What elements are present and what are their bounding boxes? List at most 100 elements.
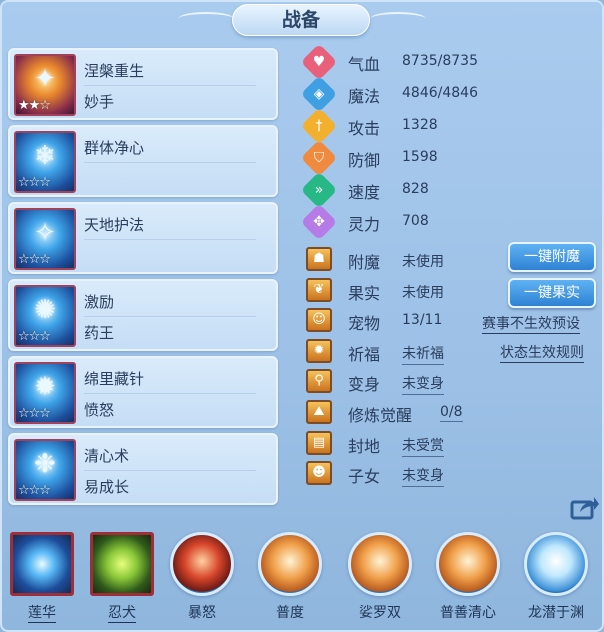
skill-modifier: 药王 [84, 324, 115, 342]
footer-skill-label: 暴怒 [188, 605, 216, 621]
child-icon: ☻ [306, 461, 332, 486]
skill-card[interactable]: ❄ ☆☆☆ 群体净心 [8, 125, 278, 197]
attr-row: ▤ 封地 未受赏 [306, 428, 596, 459]
attr-value[interactable]: 未变身 [402, 373, 444, 396]
hand-icon[interactable] [258, 532, 322, 596]
stat-label: 气血 [348, 55, 381, 74]
attr-value[interactable]: 0/8 [440, 404, 463, 422]
skill-name: 天地护法 [84, 216, 145, 234]
stat-row: ◈ 魔法 4846/4846 [300, 75, 506, 113]
sword-icon: † [300, 107, 338, 145]
clear-mind-icon: ❉ ☆☆☆ [14, 439, 76, 501]
event-preset-link[interactable]: 赛事不生效预设 [482, 313, 580, 334]
attr-value: 未使用 [402, 254, 444, 270]
spirit-icon: ✺ ☆☆☆ [14, 285, 76, 347]
skill-stars: ☆☆☆ [18, 406, 51, 421]
stat-row: » 速度 828 [300, 171, 506, 209]
fist-icon[interactable] [436, 532, 500, 596]
cultivation-icon: ⛰ [306, 399, 332, 424]
skill-divider [84, 316, 256, 317]
title-ornament-left [178, 12, 234, 26]
stat-row: ✥ 灵力 708 [300, 203, 506, 241]
skill-name: 涅槃重生 [84, 62, 145, 80]
skill-glyph: ✦ [34, 64, 56, 94]
skill-name: 清心术 [84, 447, 130, 465]
attr-label: 祈福 [348, 344, 381, 364]
footer-skill-label: 忍犬 [108, 602, 136, 623]
rage-icon[interactable] [170, 532, 234, 596]
attr-value: 未使用 [402, 284, 444, 301]
footer-skill[interactable]: 娑罗双 [344, 532, 416, 622]
skill-stars: ☆☆☆ [18, 175, 51, 190]
attr-label: 宠物 [348, 314, 381, 334]
skill-modifier: 易成长 [84, 478, 130, 496]
footer-skill[interactable]: 莲华 [6, 532, 78, 623]
mana-icon: ◈ [300, 75, 338, 113]
skill-stars: ☆☆☆ [18, 252, 51, 267]
transform-icon: ⚲ [306, 369, 332, 394]
share-icon[interactable] [570, 494, 600, 520]
skill-glyph: ✺ [34, 295, 56, 325]
footer-skill[interactable]: 普度 [254, 532, 326, 622]
heart-icon: ♥ [300, 43, 338, 81]
skill-divider [84, 162, 256, 163]
attr-row: ⛰ 修炼觉醒 0/8 [306, 397, 596, 428]
skill-card[interactable]: ✹ ☆☆☆ 绵里藏针 愤怒 [8, 356, 278, 428]
shield-icon: ⛉ [300, 139, 338, 177]
attr-label: 封地 [348, 436, 381, 456]
phoenix-icon: ✦ ★★☆ [14, 54, 76, 116]
skill-card[interactable]: ❉ ☆☆☆ 清心术 易成长 [8, 433, 278, 505]
fruit-icon: ❦ [306, 277, 332, 302]
skill-name: 激励 [84, 293, 115, 311]
skill-card[interactable]: ✺ ☆☆☆ 激励 药王 [8, 279, 278, 351]
wolf-icon[interactable] [90, 532, 154, 596]
skill-divider [84, 85, 256, 86]
spirit-power-icon: ✥ [300, 203, 338, 241]
status-rules-link[interactable]: 状态生效规则 [500, 342, 584, 363]
stat-value: 8735/8735 [402, 53, 478, 69]
skill-card[interactable]: ✦ ★★☆ 涅槃重生 妙手 [8, 48, 278, 120]
attr-label: 修炼觉醒 [348, 405, 413, 425]
stat-label: 灵力 [348, 215, 381, 234]
pet-icon: ☺ [306, 308, 332, 333]
one-click-enchant-button[interactable]: 一键附魔 [508, 242, 596, 272]
footer-skill-label: 娑罗双 [359, 605, 401, 621]
stat-value: 4846/4846 [402, 85, 478, 101]
fief-icon: ▤ [306, 430, 332, 455]
stat-value: 1328 [402, 117, 438, 133]
attr-value[interactable]: 未受赏 [402, 435, 444, 457]
stat-value: 1598 [402, 149, 438, 165]
attr-label: 变身 [348, 375, 381, 395]
skill-stars: ★★☆ [18, 98, 51, 113]
skill-divider [84, 239, 256, 240]
palm-icon[interactable] [348, 532, 412, 596]
guardian-icon: ✧ ☆☆☆ [14, 208, 76, 270]
attr-value: 13/11 [402, 312, 443, 329]
stat-row: ♥ 气血 8735/8735 [300, 43, 506, 81]
attr-value[interactable]: 未变身 [402, 465, 444, 488]
attr-row: ☻ 子女 未变身 [306, 458, 596, 489]
attr-label: 附魔 [348, 253, 381, 272]
ice-helm-icon: ❄ ☆☆☆ [14, 131, 76, 193]
stat-row: ⛉ 防御 1598 [300, 139, 506, 177]
footer-skill[interactable]: 忍犬 [86, 532, 158, 623]
skill-card[interactable]: ✧ ☆☆☆ 天地护法 [8, 202, 278, 274]
attr-value[interactable]: 未祈福 [402, 343, 444, 365]
stat-label: 攻击 [348, 119, 381, 138]
footer-skill[interactable]: 普善清心 [432, 532, 504, 622]
attr-label: 果实 [348, 283, 381, 303]
page-title: 战备 [232, 4, 370, 36]
footer-skill[interactable]: 龙潜于渊 [520, 532, 592, 622]
skill-name: 群体净心 [84, 139, 145, 157]
skill-glyph: ❄ [34, 141, 56, 171]
footer-skill[interactable]: 暴怒 [166, 532, 238, 622]
skill-divider [84, 470, 256, 471]
lotus-icon[interactable] [10, 532, 74, 596]
footer-skill-label: 龙潜于渊 [528, 605, 584, 621]
skill-modifier: 妙手 [84, 93, 115, 111]
stat-label: 速度 [348, 183, 381, 202]
dragon-icon[interactable] [524, 532, 588, 596]
attr-label: 子女 [348, 467, 381, 487]
stat-label: 防御 [348, 151, 381, 170]
one-click-fruit-button[interactable]: 一键果实 [508, 278, 596, 308]
